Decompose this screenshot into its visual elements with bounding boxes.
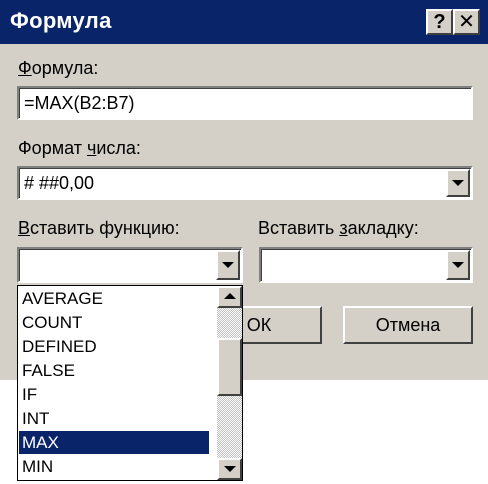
chevron-down-icon [452,262,464,268]
number-format-select[interactable]: # ##0,00 [17,166,473,200]
chevron-down-icon [222,262,234,268]
help-icon: ? [433,11,446,33]
list-item-defined[interactable]: DEFINED [19,335,209,358]
number-format-dropdown-button[interactable] [446,169,470,197]
scrollbar-thumb[interactable] [217,338,242,396]
number-format-label: Формат числа: [18,138,141,158]
cancel-button[interactable]: Отмена [343,306,473,344]
function-dropdown-list[interactable]: AVERAGE COUNT DEFINED FALSE IF INT MAX M… [17,285,243,481]
list-item-average[interactable]: AVERAGE [19,287,209,310]
list-item-max[interactable]: MAX [19,431,209,454]
chevron-down-icon [452,180,464,186]
insert-bookmark-dropdown-button[interactable] [446,250,470,280]
title-bar[interactable]: Формула ? ✕ [0,0,488,44]
list-item-min[interactable]: MIN [19,455,209,478]
list-item-count[interactable]: COUNT [19,311,209,334]
help-button[interactable]: ? [426,9,453,35]
dialog-title: Формула [10,8,112,33]
scroll-up-button[interactable] [217,286,242,308]
insert-bookmark-label: Вставить закладку: [258,218,419,238]
formula-value: =MAX(B2:B7) [24,93,135,113]
list-item-int[interactable]: INT [19,407,209,430]
list-item-false[interactable]: FALSE [19,359,209,382]
insert-function-label: Вставить функцию: [18,218,180,238]
list-item-if[interactable]: IF [19,383,209,406]
insert-function-select[interactable] [17,247,243,283]
close-icon: ✕ [458,11,475,33]
insert-bookmark-select[interactable] [259,247,473,283]
scroll-up-icon [223,293,236,299]
scroll-down-button[interactable] [217,458,242,480]
function-list-scrollbar[interactable] [217,286,242,480]
scroll-down-icon [223,466,236,472]
insert-function-dropdown-button[interactable] [216,250,240,280]
formula-input[interactable]: =MAX(B2:B7) [17,86,473,120]
number-format-value: # ##0,00 [24,173,95,193]
formula-label: Формула: [18,58,99,78]
close-button[interactable]: ✕ [453,9,480,35]
